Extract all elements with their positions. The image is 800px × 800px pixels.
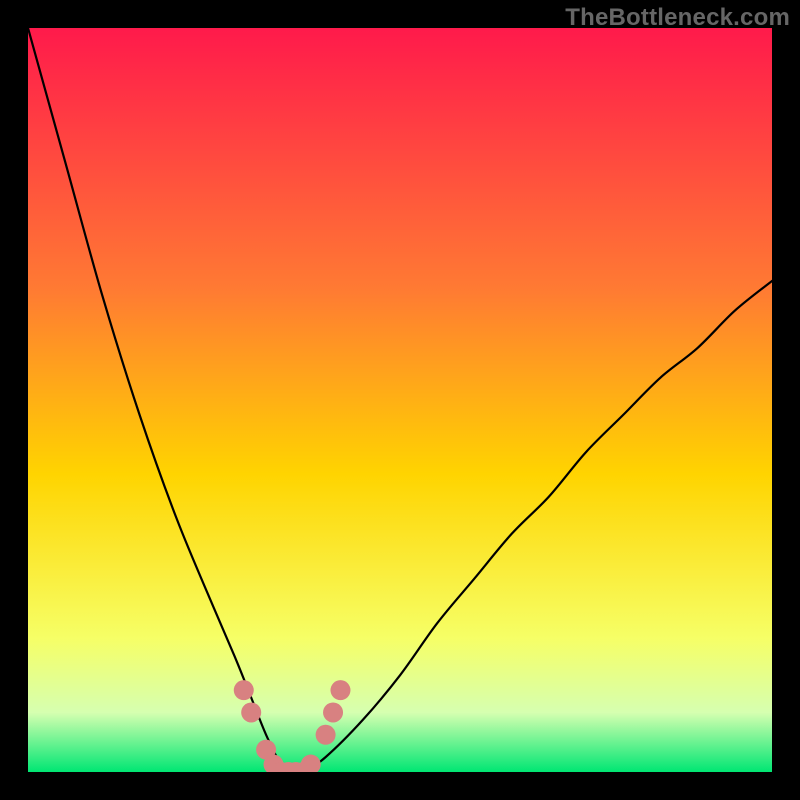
dip-marker <box>330 680 350 700</box>
gradient-background <box>28 28 772 772</box>
plot-area <box>28 28 772 772</box>
dip-marker <box>323 702 343 722</box>
dip-marker <box>234 680 254 700</box>
dip-marker <box>316 725 336 745</box>
dip-marker <box>241 702 261 722</box>
chart-frame: TheBottleneck.com <box>0 0 800 800</box>
bottleneck-chart <box>28 28 772 772</box>
